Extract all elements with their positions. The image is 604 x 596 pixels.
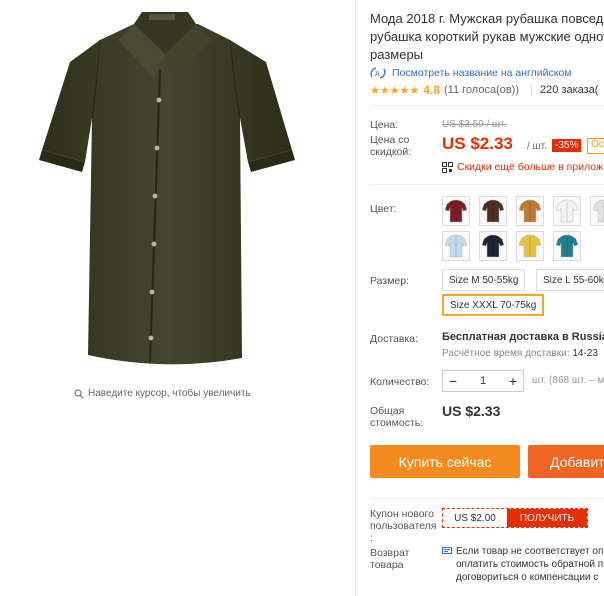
decrease-quantity-button[interactable]: −	[443, 373, 463, 389]
price-label: Цена:	[370, 119, 399, 131]
chat-bubble-icon	[442, 547, 452, 554]
color-swatch-white[interactable]	[553, 196, 581, 226]
product-info: Мода 2018 г. Мужская рубашка повседн руб…	[370, 0, 604, 596]
product-title: Мода 2018 г. Мужская рубашка повседн руб…	[370, 10, 604, 64]
total-price: US $2.33	[442, 403, 501, 419]
returns-line: оплатить стоимость обратной п	[456, 559, 604, 570]
column-divider	[355, 0, 356, 596]
coupon-amount: US $2.00	[443, 509, 507, 527]
size-label: Размер:	[370, 275, 410, 287]
color-swatch-navy[interactable]	[479, 231, 507, 261]
color-swatch-light-gray[interactable]	[590, 196, 604, 226]
quantity-label: Количество:	[370, 376, 430, 388]
size-option[interactable]: Size M 50-55kg	[442, 269, 526, 291]
returns-policy-text: Если товар не соответствует оп оплатить …	[456, 545, 603, 584]
color-swatch-camel[interactable]	[516, 196, 544, 226]
shipping-method[interactable]: Бесплатная доставка в Russian F	[442, 331, 604, 343]
delivery-estimate-label: Расчётное время доставки:	[442, 348, 570, 359]
shirt-thumbnail-icon	[556, 234, 578, 258]
translate-icon: A	[370, 67, 386, 79]
product-gallery: Наведите курсор, чтобы увеличить	[0, 0, 356, 596]
title-line: Мода 2018 г. Мужская рубашка повседн	[370, 11, 604, 26]
shirt-thumbnail-icon	[519, 234, 541, 258]
svg-text:A: A	[375, 71, 380, 78]
color-swatch-light-blue[interactable]	[442, 231, 470, 261]
shirt-thumbnail-icon	[482, 199, 504, 223]
orders-count: 220 заказа(	[531, 84, 598, 96]
shirt-thumbnail-icon	[593, 199, 604, 223]
color-swatch-brown[interactable]	[479, 196, 507, 226]
get-coupon-button[interactable]: ПОЛУЧИТЬ	[507, 509, 587, 527]
add-to-cart-button[interactable]: Добавить	[528, 445, 604, 478]
increase-quantity-button[interactable]: +	[503, 373, 523, 389]
current-price: US $2.33	[442, 134, 513, 153]
product-image[interactable]	[30, 0, 300, 378]
rating-row: ★★★★★ 4.8 (11 голоса(ов)) 220 заказа(	[370, 83, 598, 97]
shirt-thumbnail-icon	[445, 199, 467, 223]
quantity-input[interactable]: 1	[463, 375, 503, 387]
shirt-image	[39, 12, 295, 365]
shirt-thumbnail-icon	[445, 234, 467, 258]
shirt-thumbnail-icon	[519, 199, 541, 223]
color-label: Цвет:	[370, 203, 397, 215]
star-rating-icon: ★★★★★	[370, 84, 420, 97]
delivery-estimate-value: 14-23	[572, 348, 598, 359]
shipping-label: Доставка:	[370, 333, 419, 345]
more-discounts-text: Скидки ещё больше в прилож	[457, 161, 604, 173]
size-option[interactable]: Size L 55-60kg	[536, 269, 604, 291]
shirt-thumbnail-icon	[556, 199, 578, 223]
qr-code-icon	[442, 161, 453, 173]
votes-link[interactable]: (11 голоса(ов))	[444, 84, 519, 96]
coupon-tag[interactable]: Ос	[587, 138, 604, 154]
view-english-label: Посмотреть название на английском	[392, 67, 572, 79]
returns-line: договориться о компенсации с	[456, 572, 599, 583]
delivery-estimate: Расчётное время доставки: 14-23	[442, 348, 598, 359]
new-user-coupon-label: Купон нового пользователя :	[370, 508, 437, 544]
quantity-stepper: − 1 +	[442, 370, 524, 392]
original-price: US $3.59 / шт.	[442, 119, 507, 130]
available-stock: шт. (868 шт. – м	[532, 375, 604, 386]
color-swatch-yellow[interactable]	[516, 231, 544, 261]
magnifier-icon	[74, 388, 84, 399]
view-english-title-link[interactable]: A Посмотреть название на английском	[370, 67, 572, 79]
color-swatches	[442, 196, 604, 261]
returns-line: Если товар не соответствует оп	[456, 546, 604, 557]
title-line: размеры	[370, 47, 424, 62]
divider	[370, 105, 604, 106]
zoom-hint-text: Наведите курсор, чтобы увеличить	[88, 388, 251, 399]
divider	[370, 184, 604, 185]
color-swatch-burgundy[interactable]	[442, 196, 470, 226]
price-unit: / шт.	[527, 141, 547, 152]
shirt-thumbnail-icon	[482, 234, 504, 258]
divider	[370, 498, 604, 499]
rating-value: 4.8	[423, 83, 440, 97]
returns-label: Возврат товара	[370, 547, 410, 571]
size-option-selected[interactable]: Size XXXL 70-75kg	[442, 294, 545, 316]
buy-now-button[interactable]: Купить сейчас	[370, 445, 520, 478]
new-user-coupon: US $2.00 ПОЛУЧИТЬ	[442, 508, 588, 528]
title-line: рубашка короткий рукав мужские однот	[370, 29, 604, 44]
total-label: Общая стоимость:	[370, 405, 424, 429]
zoom-hint: Наведите курсор, чтобы увеличить	[74, 388, 251, 399]
color-swatch-teal[interactable]	[553, 231, 581, 261]
discount-price-label: Цена со скидкой:	[370, 134, 412, 158]
app-discount-link[interactable]: Скидки ещё больше в прилож	[442, 161, 603, 173]
discount-badge: -35%	[552, 139, 582, 152]
